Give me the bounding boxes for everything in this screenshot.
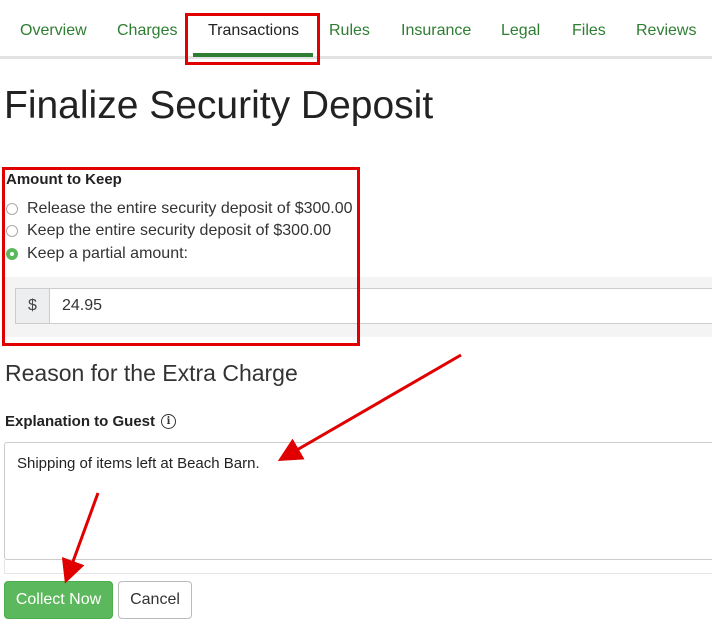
annotation-box-transactions [185,13,320,65]
explanation-label-row: Explanation to Guest i [5,413,177,430]
explanation-label: Explanation to Guest [5,413,156,430]
tab-charges[interactable]: Charges [117,22,177,40]
cancel-button[interactable]: Cancel [118,581,192,619]
tab-overview[interactable]: Overview [20,22,87,40]
tab-reviews[interactable]: Reviews [636,22,696,40]
annotation-box-amount [2,167,360,346]
tab-insurance[interactable]: Insurance [401,22,471,40]
textarea-resize-area [4,560,712,574]
info-icon[interactable]: i [161,414,177,429]
tab-rules[interactable]: Rules [329,22,370,40]
page-title: Finalize Security Deposit [4,84,434,127]
tab-files[interactable]: Files [572,22,606,40]
collect-now-button[interactable]: Collect Now [4,581,113,619]
explanation-textarea[interactable]: Shipping of items left at Beach Barn. [4,442,712,560]
tab-legal[interactable]: Legal [501,22,540,40]
reason-heading: Reason for the Extra Charge [5,360,298,386]
tab-bar: Overview Charges Transactions Rules Insu… [0,0,712,59]
